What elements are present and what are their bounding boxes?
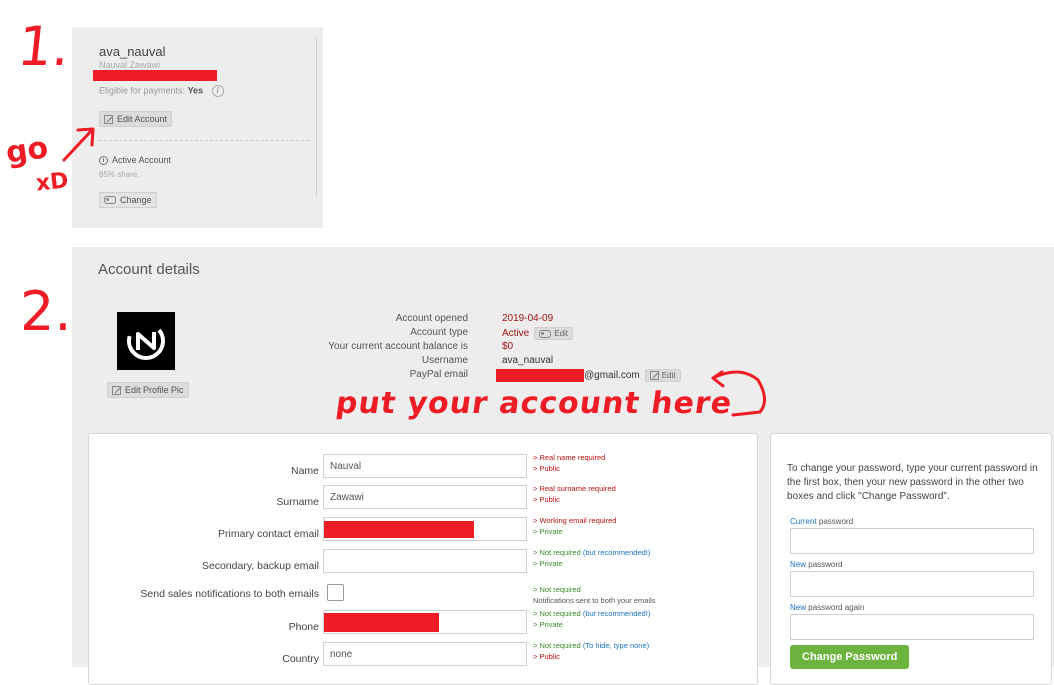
annotation-arrows: [62, 127, 766, 417]
arrow-to-edit-account: [62, 127, 95, 162]
arrow-to-paypal-edit: [711, 370, 766, 417]
